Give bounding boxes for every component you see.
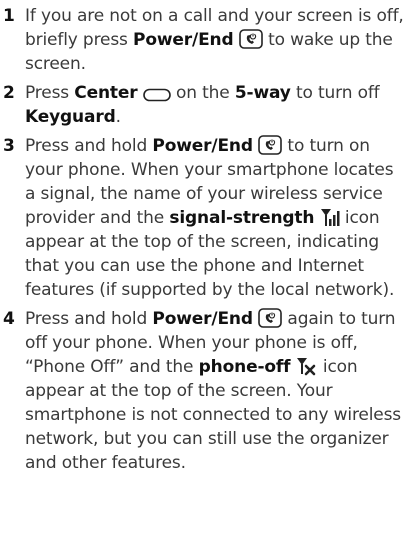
step-text-segment: on the [170,83,235,103]
bold-term: Power/End [152,309,253,329]
bold-term: phone-off [198,357,291,377]
step-text-segment: Press and hold [25,309,153,329]
step-number: 1 [3,6,15,26]
bold-term: Power/End [152,136,253,156]
step-text: Press and hold Power/End again to turn o… [25,307,405,475]
step-3: 3 Press and hold Power/End to turn on you… [0,134,411,302]
center-button-icon [142,88,171,102]
step-2: 2 Press Center on the 5-way to turn off K… [0,81,411,129]
power-end-key-icon [239,29,263,49]
power-end-key-icon [258,308,282,328]
step-1: 1 If you are not on a call and your scree… [0,4,411,76]
phone-off-icon [296,356,318,376]
step-text-segment: . [115,107,121,127]
step-text-segment: Press [25,83,75,103]
bold-term: signal-strength [169,208,315,228]
step-text: Press and hold Power/End to turn on your… [25,134,405,302]
step-text: Press Center on the 5-way to turn off Ke… [25,81,405,129]
bold-term: Center [74,83,138,103]
bold-term: 5-way [234,83,291,103]
signal-strength-icon [320,207,340,227]
step-text: If you are not on a call and your screen… [25,4,405,76]
step-4: 4 Press and hold Power/End again to turn … [0,307,411,475]
step-number: 4 [3,309,15,329]
bold-term: Power/End [133,30,234,50]
step-text-segment: to turn off [290,83,380,103]
step-number: 3 [3,136,15,156]
bold-term: Keyguard [25,107,116,127]
power-end-key-icon [258,135,282,155]
step-text-segment: Press and hold [25,136,153,156]
instruction-steps: 1 If you are not on a call and your scree… [0,0,411,475]
step-number: 2 [3,83,15,103]
